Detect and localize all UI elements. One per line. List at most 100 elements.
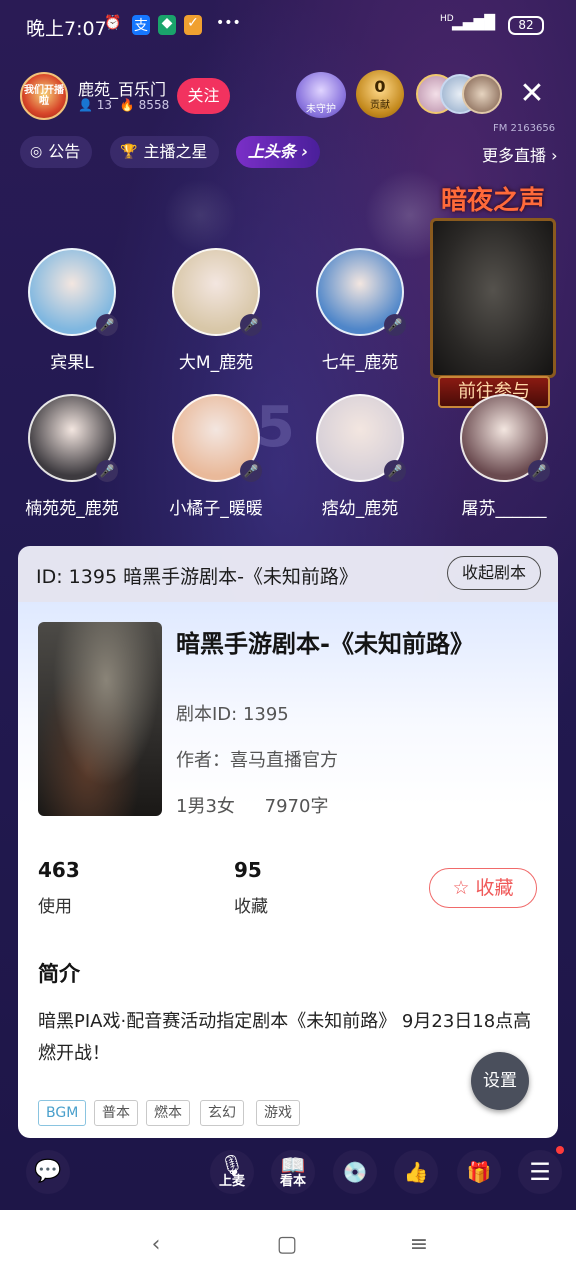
recents-icon[interactable]: ≡ bbox=[404, 1230, 434, 1260]
script-tag: 玄幻 bbox=[200, 1100, 244, 1126]
script-author: 作者：喜马直播官方 bbox=[176, 750, 338, 771]
script-title: 暗黑手游剧本-《未知前路》 bbox=[176, 630, 474, 658]
event-artwork bbox=[430, 218, 556, 378]
guard-label: 未守护 bbox=[306, 104, 336, 115]
more-live-link[interactable]: 更多直播 › bbox=[482, 142, 558, 166]
fans-count: 13 bbox=[96, 98, 113, 112]
heat-count: 8558 bbox=[138, 98, 170, 112]
guard-badge[interactable]: 未守护 bbox=[296, 72, 346, 118]
contribution-value: 0 bbox=[374, 77, 386, 96]
seat-avatar[interactable]: 🎤 bbox=[316, 248, 406, 336]
seat-name: 楠苑苑_鹿苑 bbox=[25, 499, 119, 519]
gift-icon: 🎁 bbox=[466, 1160, 492, 1184]
firework-decoration bbox=[150, 180, 250, 250]
uses-count: 463 bbox=[38, 858, 80, 882]
seat-avatar[interactable]: 🎤 bbox=[460, 394, 550, 482]
anchor-star-button[interactable]: 🏆 主播之星 bbox=[110, 136, 220, 168]
script-tag: BGM bbox=[38, 1100, 87, 1126]
script-tag: 普本 bbox=[94, 1100, 138, 1126]
settings-button[interactable]: 设置 bbox=[471, 1052, 529, 1110]
mic-seat[interactable]: 🎤 大M_鹿苑 bbox=[151, 248, 281, 373]
heat-icon: 🔥 bbox=[119, 98, 135, 112]
seat-avatar[interactable]: 🎤 bbox=[28, 394, 118, 482]
script-cover-image bbox=[38, 622, 162, 816]
mic-up-button[interactable]: 🎙 上麦 bbox=[210, 1150, 254, 1194]
host-name[interactable]: 鹿苑_百乐门 bbox=[78, 76, 166, 100]
seat-name: 宾果L bbox=[50, 353, 94, 373]
mic-muted-icon: 🎤 bbox=[96, 460, 118, 482]
script-panel: 暗黑手游剧本-《未知前路》 剧本ID: 1395 作者：喜马直播官方 1男3女 … bbox=[18, 602, 558, 1138]
seat-name: 小橘子_暖暖 bbox=[169, 499, 263, 519]
close-icon[interactable]: ✕ bbox=[517, 79, 547, 110]
event-title: 暗夜之声 bbox=[440, 186, 545, 216]
seat-name: 大M_鹿苑 bbox=[178, 353, 254, 373]
collapse-script-button[interactable]: 收起剧本 bbox=[447, 556, 541, 590]
seat-avatar[interactable]: 🎤 bbox=[172, 394, 262, 482]
thumbs-up-icon: 👍 bbox=[403, 1160, 429, 1184]
music-disc-icon: 💿 bbox=[342, 1160, 368, 1184]
notice-button[interactable]: ◎ 公告 bbox=[20, 136, 93, 168]
back-icon[interactable]: ‹ bbox=[141, 1230, 171, 1260]
event-banner[interactable]: 暗夜之声 前往参与 bbox=[426, 180, 560, 412]
like-button[interactable]: 👍 bbox=[394, 1150, 438, 1194]
follow-button[interactable]: 关注 bbox=[177, 78, 230, 114]
headline-label: 上头条 bbox=[247, 142, 296, 161]
mic-up-label: 上麦 bbox=[218, 1174, 245, 1189]
alipay-icon: 支 bbox=[132, 15, 150, 35]
script-id: 剧本ID: 1395 bbox=[176, 704, 289, 725]
mic-muted-icon: 🎤 bbox=[240, 460, 262, 482]
script-panel-header-title: ID: 1395 暗黑手游剧本-《未知前路》 bbox=[36, 566, 358, 588]
mic-seat[interactable]: 🎤 宾果L bbox=[7, 248, 137, 373]
view-script-button[interactable]: 📖 看本 bbox=[271, 1150, 315, 1194]
notification-dot bbox=[556, 1146, 564, 1154]
mic-muted-icon: 🎤 bbox=[384, 460, 406, 482]
hamburger-menu-icon: ☰ bbox=[529, 1158, 551, 1186]
task-app-icon: ✓ bbox=[184, 15, 202, 35]
music-button[interactable]: 💿 bbox=[333, 1150, 377, 1194]
mic-seat[interactable]: 🎤 痞幼_鹿苑 bbox=[295, 394, 425, 519]
view-script-label: 看本 bbox=[279, 1174, 306, 1189]
script-panel-header: ID: 1395 暗黑手游剧本-《未知前路》 收起剧本 bbox=[18, 546, 558, 602]
gift-button[interactable]: 🎁 bbox=[457, 1150, 501, 1194]
intro-text: 暗黑PIA戏·配音赛活动指定剧本《未知前路》 9月23日18点高燃开战！ bbox=[38, 1011, 532, 1064]
fm-id: FM 2163656 bbox=[493, 123, 556, 134]
seat-avatar[interactable]: 🎤 bbox=[316, 394, 406, 482]
contribution-label: 贡献 bbox=[370, 100, 390, 111]
menu-button[interactable]: ☰ bbox=[518, 1150, 562, 1194]
mic-muted-icon: 🎤 bbox=[240, 314, 262, 336]
notice-label: 公告 bbox=[48, 142, 81, 161]
status-bar: 晚上7:07 ⏰ 支 ◆ ✓ ••• HD ▂▄▆█ ◠ 82 bbox=[0, 0, 576, 52]
favorite-button[interactable]: ☆ 收藏 bbox=[429, 868, 537, 908]
host-stats: 👤 13 🔥 8558 bbox=[78, 98, 169, 112]
favorites-label: 收藏 bbox=[234, 897, 268, 917]
battery-icon: 82 bbox=[508, 16, 544, 35]
fans-icon: 👤 bbox=[78, 98, 93, 112]
headline-button[interactable]: 上头条 › bbox=[236, 136, 320, 168]
audience-avatar[interactable] bbox=[462, 74, 502, 114]
contribution-badge[interactable]: 0 贡献 bbox=[356, 70, 404, 118]
seat-name: 七年_鹿苑 bbox=[321, 353, 399, 373]
more-dots-icon: ••• bbox=[216, 15, 241, 31]
seat-name: 屠苏______ bbox=[461, 499, 547, 519]
shield-app-icon: ◆ bbox=[158, 15, 176, 35]
uses-label: 使用 bbox=[38, 897, 72, 917]
mic-seat[interactable]: 🎤 楠苑苑_鹿苑 bbox=[7, 394, 137, 519]
chat-icon: 💬 bbox=[34, 1159, 62, 1184]
wifi-icon: ◠ bbox=[478, 15, 492, 34]
favorites-count: 95 bbox=[234, 858, 262, 882]
anchor-star-label: 主播之星 bbox=[143, 142, 208, 161]
mic-seat[interactable]: 🎤 七年_鹿苑 bbox=[295, 248, 425, 373]
chat-button[interactable]: 💬 bbox=[26, 1150, 70, 1194]
trophy-icon: 🏆 bbox=[120, 144, 138, 160]
status-time: 晚上7:07 bbox=[26, 18, 107, 40]
alarm-icon: ⏰ bbox=[104, 15, 122, 31]
script-cast-and-words: 1男3女 7970字 bbox=[176, 792, 328, 818]
seat-avatar[interactable]: 🎤 bbox=[172, 248, 262, 336]
chevron-right-icon: › bbox=[546, 146, 558, 165]
seat-avatar[interactable]: 🎤 bbox=[28, 248, 118, 336]
mic-seat[interactable]: 🎤 小橘子_暖暖 bbox=[151, 394, 281, 519]
mic-seat[interactable]: 🎤 屠苏______ bbox=[439, 394, 569, 519]
host-avatar[interactable]: 我们开播啦 bbox=[20, 72, 68, 120]
notice-icon: ◎ bbox=[30, 144, 43, 160]
home-icon[interactable]: ▢ bbox=[272, 1230, 302, 1260]
